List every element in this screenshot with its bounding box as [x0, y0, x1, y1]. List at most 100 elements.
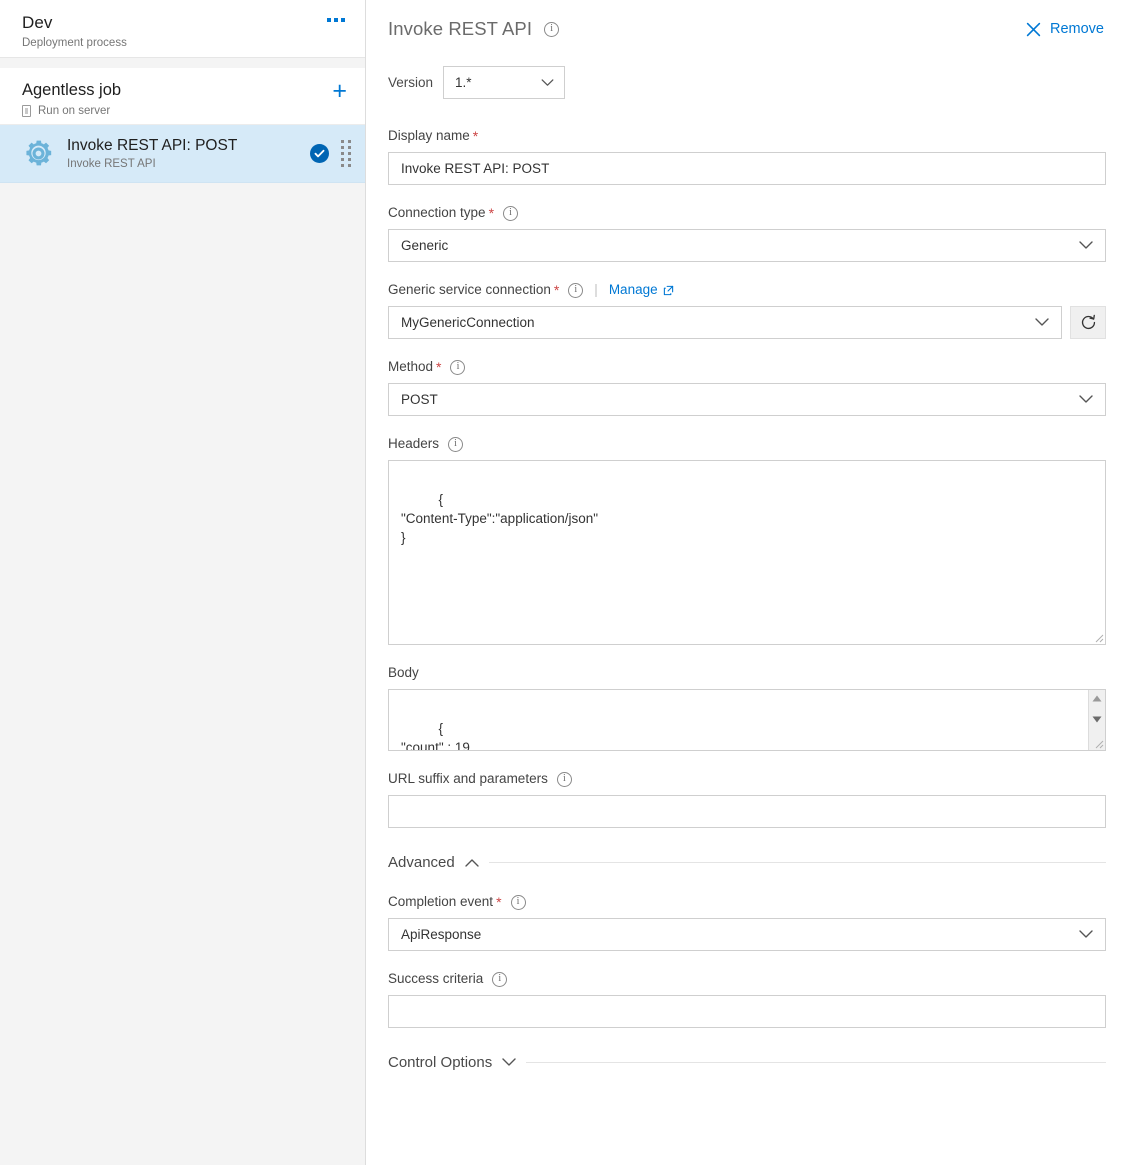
task-item-invoke-rest-api[interactable]: Invoke REST API: POST Invoke REST API — [0, 125, 365, 183]
success-criteria-input[interactable] — [388, 995, 1106, 1028]
process-header-text: Dev Deployment process — [22, 12, 127, 50]
chevron-up-icon — [465, 858, 479, 867]
headers-value: { "Content-Type":"application/json" } — [401, 492, 598, 545]
service-connection-row: MyGenericConnection — [388, 306, 1106, 339]
info-icon[interactable]: i — [557, 772, 572, 787]
body-label: Body — [388, 664, 1106, 682]
info-icon[interactable]: i — [568, 283, 583, 298]
required-marker: * — [496, 893, 501, 911]
info-icon[interactable]: i — [503, 206, 518, 221]
version-select[interactable]: 1.* — [443, 66, 565, 99]
task-editor-window: Dev Deployment process Agentless job Run… — [0, 0, 1126, 1165]
section-divider — [489, 862, 1106, 863]
field-body: Body { "count" : 19 "value" : [ — [388, 664, 1106, 751]
completion-event-label: Completion event * i — [388, 893, 1106, 911]
method-select[interactable]: POST — [388, 383, 1106, 416]
chevron-down-icon — [541, 79, 554, 87]
display-name-label: Display name * — [388, 127, 1106, 145]
field-completion-event: Completion event * i ApiResponse — [388, 893, 1106, 951]
pipeline-sidebar: Dev Deployment process Agentless job Run… — [0, 0, 366, 1165]
gear-icon — [22, 137, 55, 170]
method-label: Method * i — [388, 358, 1106, 376]
service-connection-label: Generic service connection * i | Manage — [388, 281, 1106, 299]
field-headers: Headers i { "Content-Type":"application/… — [388, 435, 1106, 645]
info-icon[interactable]: i — [492, 972, 507, 987]
task-item-name: Invoke REST API: POST — [67, 136, 310, 156]
service-connection-select[interactable]: MyGenericConnection — [388, 306, 1062, 339]
info-icon[interactable]: i — [544, 22, 559, 37]
divider: | — [594, 281, 598, 299]
field-connection-type: Connection type * i Generic — [388, 204, 1106, 262]
close-icon — [1026, 22, 1041, 37]
manage-link-label: Manage — [609, 281, 658, 299]
info-icon[interactable]: i — [448, 437, 463, 452]
refresh-icon — [1080, 314, 1097, 331]
chevron-down-icon — [1079, 241, 1093, 250]
more-options-icon[interactable] — [323, 12, 349, 28]
version-row: Version 1.* — [388, 66, 1106, 99]
job-card-text: Agentless job Run on server — [22, 80, 121, 118]
chevron-down-icon — [1035, 318, 1049, 327]
advanced-section-label: Advanced — [388, 854, 455, 871]
success-criteria-label: Success criteria i — [388, 970, 1106, 988]
connection-type-label: Connection type * i — [388, 204, 1106, 222]
body-scrollbar[interactable] — [1088, 690, 1105, 750]
agentless-job-card[interactable]: Agentless job Run on server + — [0, 68, 365, 125]
display-name-input[interactable]: Invoke REST API: POST — [388, 152, 1106, 185]
required-marker: * — [489, 204, 494, 222]
field-display-name: Display name * Invoke REST API: POST — [388, 127, 1106, 185]
info-icon[interactable]: i — [511, 895, 526, 910]
remove-task-label: Remove — [1050, 21, 1104, 37]
required-marker: * — [473, 127, 478, 145]
manage-connections-link[interactable]: Manage — [609, 281, 674, 299]
connection-type-select[interactable]: Generic — [388, 229, 1106, 262]
version-label: Version — [388, 75, 433, 90]
process-subtitle: Deployment process — [22, 36, 127, 50]
field-method: Method * i POST — [388, 358, 1106, 416]
job-subtitle: Run on server — [38, 104, 110, 118]
advanced-section-toggle[interactable]: Advanced — [388, 854, 1106, 871]
remove-task-button[interactable]: Remove — [1026, 21, 1104, 37]
resize-grip-icon — [1091, 630, 1104, 643]
field-service-connection: Generic service connection * i | Manage — [388, 281, 1106, 339]
process-title: Dev — [22, 12, 127, 34]
required-marker: * — [436, 358, 441, 376]
server-icon — [22, 105, 31, 117]
chevron-down-icon — [1079, 395, 1093, 404]
scroll-up-arrow-icon — [1092, 695, 1102, 702]
control-options-section-label: Control Options — [388, 1054, 492, 1071]
info-icon[interactable]: i — [450, 360, 465, 375]
required-marker: * — [554, 281, 559, 299]
url-suffix-label: URL suffix and parameters i — [388, 770, 1106, 788]
connection-type-value: Generic — [401, 238, 448, 253]
method-value: POST — [401, 392, 438, 407]
body-textarea[interactable]: { "count" : 19 "value" : [ — [388, 689, 1106, 751]
external-link-icon — [663, 285, 674, 296]
completion-event-select[interactable]: ApiResponse — [388, 918, 1106, 951]
panel-header: Invoke REST API i Remove — [388, 18, 1106, 40]
task-settings-panel: Invoke REST API i Remove Version 1.* — [366, 0, 1126, 1165]
panel-title-group: Invoke REST API i — [388, 18, 559, 40]
service-connection-value: MyGenericConnection — [401, 315, 535, 330]
control-options-section-toggle[interactable]: Control Options — [388, 1054, 1106, 1071]
job-subtitle-row: Run on server — [22, 104, 121, 118]
chevron-down-icon — [1079, 930, 1093, 939]
url-suffix-input[interactable] — [388, 795, 1106, 828]
display-name-value: Invoke REST API: POST — [401, 161, 549, 176]
field-url-suffix: URL suffix and parameters i — [388, 770, 1106, 828]
scroll-down-arrow-icon — [1092, 716, 1102, 723]
add-task-button[interactable]: + — [330, 80, 349, 102]
job-title: Agentless job — [22, 80, 121, 101]
ellipsis-dot — [327, 18, 331, 22]
headers-textarea[interactable]: { "Content-Type":"application/json" } — [388, 460, 1106, 645]
body-value: { "count" : 19 "value" : [ — [401, 721, 470, 751]
page-title: Invoke REST API — [388, 18, 532, 40]
chevron-down-icon — [502, 1058, 516, 1067]
drag-handle-icon[interactable] — [341, 140, 351, 167]
sidebar-body: Agentless job Run on server + Invoke — [0, 58, 365, 183]
field-success-criteria: Success criteria i — [388, 970, 1106, 1028]
task-item-text: Invoke REST API: POST Invoke REST API — [67, 136, 310, 171]
section-divider — [526, 1062, 1106, 1063]
refresh-connections-button[interactable] — [1070, 306, 1106, 339]
process-header: Dev Deployment process — [0, 0, 365, 58]
